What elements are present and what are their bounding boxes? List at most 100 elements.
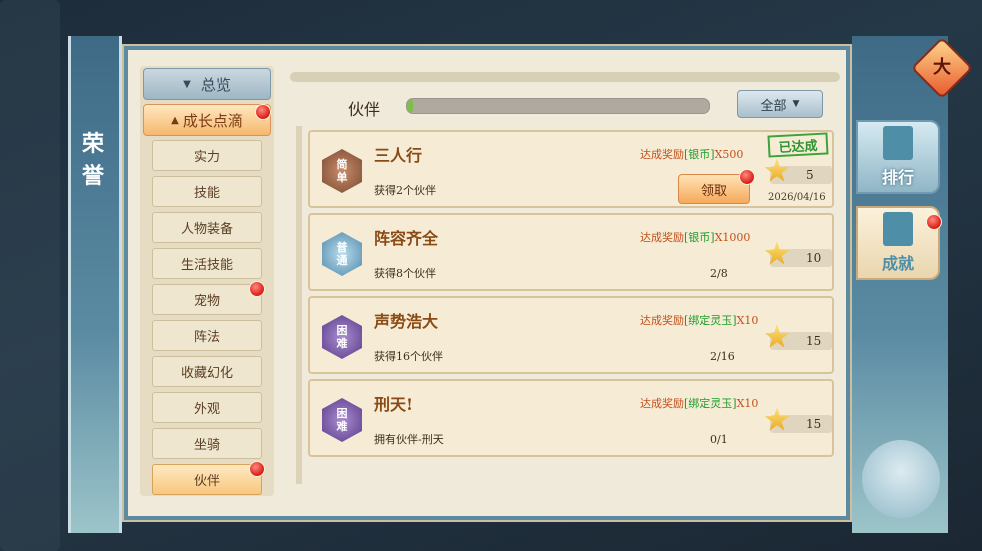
achievement-points: 10 xyxy=(806,251,822,265)
sidebar-item[interactable]: 坐骑 xyxy=(152,428,262,459)
chevron-down-icon: ▼ xyxy=(792,99,800,109)
badge-bottom-text: 难 xyxy=(336,337,348,350)
reward-item: [银币] xyxy=(684,148,715,161)
sidebar-item-label: 宠物 xyxy=(193,294,220,309)
difficulty-badge: 困难 xyxy=(322,398,362,442)
right-tab-label: 成就 xyxy=(881,254,914,273)
sidebar-item-label: 外观 xyxy=(193,402,220,417)
reward-prefix: 达成奖励 xyxy=(640,231,684,244)
badge-bottom-text: 难 xyxy=(336,420,348,433)
triangle-up-icon: ▲ xyxy=(171,114,179,126)
difficulty-badge: 简单 xyxy=(322,149,362,193)
sidebar-item[interactable]: 实力 xyxy=(152,140,262,171)
sidebar-item[interactable]: 阵法 xyxy=(152,320,262,351)
sidebar-item[interactable]: 人物装备 xyxy=(152,212,262,243)
sidebar-overview-label: 总览 xyxy=(200,75,231,94)
achievement-date: 2026/04/16 xyxy=(768,192,826,203)
badge-top-text: 困 xyxy=(336,407,348,420)
filter-label: 全部 xyxy=(760,98,787,114)
event-icon-glyph: 大 xyxy=(933,57,951,78)
banner-icon xyxy=(883,126,913,160)
sidebar-sub-list: 实力技能人物装备生活技能宠物阵法收藏幻化外观坐骑伙伴 xyxy=(152,140,265,500)
sidebar-item-label: 生活技能 xyxy=(180,258,233,273)
sidebar-item-label: 坐骑 xyxy=(193,438,220,453)
section-label: 伙伴 xyxy=(348,100,381,119)
sidebar-item[interactable]: 技能 xyxy=(152,176,262,207)
notification-dot-icon xyxy=(739,169,755,185)
badge-bottom-text: 单 xyxy=(336,171,348,184)
right-tab[interactable]: 排行 xyxy=(856,120,940,194)
achievement-reward: 达成奖励[银币]X1000 xyxy=(640,229,750,245)
badge-top-text: 困 xyxy=(336,324,348,337)
achievement-points: 15 xyxy=(806,334,822,348)
badge-top-text: 普 xyxy=(336,241,348,254)
achievement-progress: 2/16 xyxy=(710,350,735,363)
background-decoration xyxy=(0,0,60,551)
sidebar-item-label: 实力 xyxy=(193,150,220,165)
sidebar-item-label: 阵法 xyxy=(193,330,220,345)
difficulty-badge-icon: 普通 xyxy=(318,228,366,280)
notification-dot-icon xyxy=(255,104,271,120)
achievement-reward: 达成奖励[绑定灵玉]X10 xyxy=(640,395,758,411)
achievement-card: 简单三人行 获得2个伙伴 达成奖励[银币]X500 5 已达成 领取 2026/04/16 xyxy=(308,130,834,208)
achievement-points: 5 xyxy=(806,168,814,182)
achievement-desc: 拥有伙伴-刑天 xyxy=(374,433,444,446)
notification-dot-icon xyxy=(926,214,942,230)
achievement-reward: 达成奖励[银币]X500 xyxy=(640,146,743,162)
claim-button-label: 领取 xyxy=(700,183,727,199)
notification-dot-icon xyxy=(249,281,265,297)
achievement-points: 15 xyxy=(806,417,822,431)
claim-button[interactable]: 领取 xyxy=(678,169,755,204)
achievement-title: 声势浩大 xyxy=(374,312,439,331)
right-tab-label: 排行 xyxy=(881,168,914,187)
reward-item: [绑定灵玉] xyxy=(684,314,737,327)
sidebar-item-label: 收藏幻化 xyxy=(180,366,233,381)
sidebar-category-label: 成长点滴 xyxy=(182,111,243,130)
sidebar-item[interactable]: 生活技能 xyxy=(152,248,262,279)
sidebar-category-growth[interactable]: ▲ 成长点滴 xyxy=(143,104,271,136)
reward-qty: X10 xyxy=(736,397,759,410)
title-banner xyxy=(68,36,122,533)
achievement-card: 普通阵容齐全 获得8个伙伴 达成奖励[银币]X1000 10 2/8 xyxy=(308,213,834,291)
content-header-bar xyxy=(290,72,840,82)
achievement-desc: 获得2个伙伴 xyxy=(374,184,436,197)
sidebar-item[interactable]: 伙伴 xyxy=(152,461,265,495)
badge-top-text: 简 xyxy=(336,158,348,171)
difficulty-badge: 困难 xyxy=(322,315,362,359)
achievement-progress: 2/8 xyxy=(710,267,728,280)
badge-bottom-text: 通 xyxy=(336,254,348,267)
difficulty-badge-icon: 简单 xyxy=(318,145,366,197)
achievement-list[interactable]: 简单三人行 获得2个伙伴 达成奖励[银币]X500 5 已达成 领取 2026/04/16 普… xyxy=(296,126,836,484)
reward-qty: X500 xyxy=(714,148,744,161)
reward-qty: X10 xyxy=(736,314,759,327)
section-progress-fill xyxy=(407,99,414,113)
achievement-title: 阵容齐全 xyxy=(374,229,439,248)
achievement-desc: 获得8个伙伴 xyxy=(374,267,436,280)
notification-dot-icon xyxy=(249,461,265,477)
sidebar-item[interactable]: 宠物 xyxy=(152,281,265,315)
achievement-title: 三人行 xyxy=(374,146,423,165)
triangle-down-icon: ▼ xyxy=(183,78,191,90)
sidebar-item[interactable]: 外观 xyxy=(152,392,262,423)
achievement-progress: 0/1 xyxy=(710,433,728,446)
book-icon xyxy=(883,212,913,246)
achievement-title: 刑天! xyxy=(374,395,414,414)
difficulty-badge-icon: 困难 xyxy=(318,311,366,363)
filter-dropdown[interactable]: 全部 ▼ xyxy=(737,90,823,118)
reward-prefix: 达成奖励 xyxy=(640,397,684,410)
page-title: 荣誉 xyxy=(81,131,106,189)
completed-stamp: 已达成 xyxy=(767,132,829,158)
difficulty-badge-icon: 困难 xyxy=(318,394,366,446)
reward-prefix: 达成奖励 xyxy=(640,314,684,327)
sidebar-item[interactable]: 收藏幻化 xyxy=(152,356,262,387)
achievement-reward: 达成奖励[绑定灵玉]X10 xyxy=(640,312,758,328)
reward-prefix: 达成奖励 xyxy=(640,148,684,161)
difficulty-badge: 普通 xyxy=(322,232,362,276)
achievement-desc: 获得16个伙伴 xyxy=(374,350,443,363)
reward-item: [绑定灵玉] xyxy=(684,397,737,410)
sidebar-item-label: 人物装备 xyxy=(180,222,233,237)
sidebar-item-label: 技能 xyxy=(193,186,220,201)
achievement-card: 困难刑天! 拥有伙伴-刑天 达成奖励[绑定灵玉]X10 15 0/1 xyxy=(308,379,834,457)
sidebar-overview-button[interactable]: ▼ 总览 xyxy=(143,68,271,100)
section-progress-bar xyxy=(406,98,710,114)
